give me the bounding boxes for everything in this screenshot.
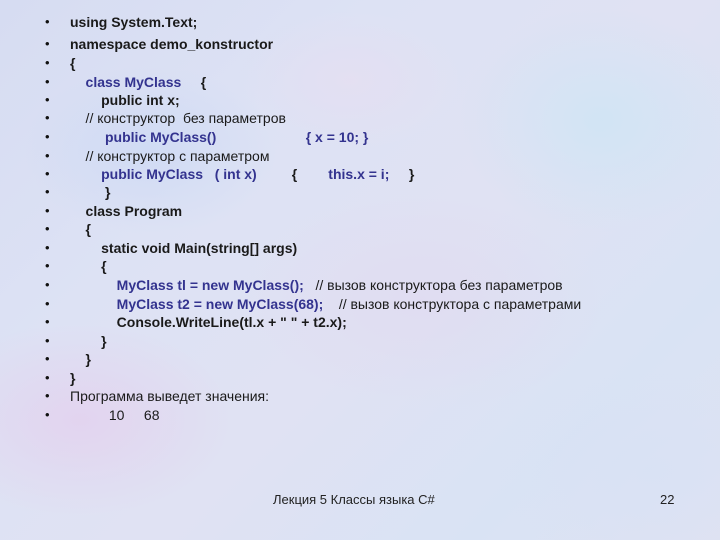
- comment-text: Программа выведет значения:: [70, 388, 270, 404]
- bullet-icon: •: [45, 407, 50, 422]
- code-text: using System.Text;: [70, 13, 197, 31]
- code-text: class Program: [70, 202, 183, 220]
- code-segment: {: [70, 221, 92, 237]
- code-text: static void Main(string[] args): [70, 239, 297, 257]
- code-segment: {: [70, 55, 76, 71]
- bullet-icon: •: [45, 55, 50, 70]
- code-text: public MyClass() { x = 10; }: [70, 128, 368, 146]
- bullet-icon: •: [45, 314, 50, 329]
- bullet-icon: •: [45, 296, 50, 311]
- bullet-icon: •: [45, 240, 50, 255]
- bullet-icon: •: [45, 370, 50, 385]
- code-segment: }: [389, 166, 415, 182]
- code-text: }: [70, 350, 91, 368]
- bullet-icon: •: [45, 110, 50, 125]
- code-text: public MyClass ( int x) { this.x = i; }: [70, 165, 414, 183]
- bullet-icon: •: [45, 129, 50, 144]
- code-segment: public MyClass ( int x): [70, 166, 257, 182]
- bullet-icon: •: [45, 166, 50, 181]
- bullet-icon: •: [45, 74, 50, 89]
- code-text: class MyClass {: [70, 73, 207, 91]
- comment-text: // вызов конструктора с параметрами: [323, 296, 582, 312]
- code-segment: }: [70, 333, 107, 349]
- bullet-icon: •: [45, 184, 50, 199]
- footer-title: Лекция 5 Классы языка C#: [273, 492, 435, 507]
- code-segment: class MyClass: [70, 74, 182, 90]
- bullet-icon: •: [45, 388, 50, 403]
- bullet-icon: •: [45, 36, 50, 51]
- code-segment: { x = 10; }: [216, 129, 369, 145]
- code-segment: public int x;: [70, 92, 180, 108]
- code-text: Console.WriteLine(tl.x + " " + t2.x);: [70, 313, 347, 331]
- bullet-icon: •: [45, 333, 50, 348]
- slide-number: 22: [660, 492, 675, 507]
- bullet-icon: •: [45, 258, 50, 273]
- code-segment: }: [70, 370, 76, 386]
- code-text: MyClass t2 = new MyClass(68); // вызов к…: [70, 295, 582, 313]
- code-segment: class Program: [70, 203, 183, 219]
- bullet-icon: •: [45, 277, 50, 292]
- code-text: {: [70, 257, 107, 275]
- code-segment: {: [70, 258, 107, 274]
- code-segment: public MyClass(): [70, 129, 217, 145]
- comment-text: 10 68: [70, 407, 160, 423]
- code-segment: MyClass t2 = new MyClass(68);: [70, 296, 324, 312]
- bullet-icon: •: [45, 351, 50, 366]
- code-segment: static void Main(string[] args): [70, 240, 298, 256]
- slide: • using System.Text; • namespace demo_konst…: [0, 0, 720, 540]
- code-text: }: [70, 183, 110, 201]
- code-text: 10 68: [70, 406, 160, 424]
- code-segment: Console.WriteLine(tl.x + " " + t2.x);: [70, 314, 347, 330]
- code-text: Программа выведет значения:: [70, 387, 269, 405]
- code-text: {: [70, 220, 91, 238]
- code-text: {: [70, 54, 75, 72]
- bullet-icon: •: [45, 14, 50, 29]
- bullet-icon: •: [45, 148, 50, 163]
- code-text: }: [70, 332, 107, 350]
- code-text: // конструктор с параметром: [70, 147, 270, 165]
- code-segment: namespace demo_konstructor: [70, 36, 274, 52]
- code-text: // конструктор без параметров: [70, 109, 286, 127]
- code-text: MyClass tl = new MyClass(); // вызов кон…: [70, 276, 563, 294]
- comment-text: // конструктор с параметром: [70, 148, 270, 164]
- code-segment: this.x = i;: [297, 166, 390, 182]
- comment-text: // конструктор без параметров: [70, 110, 286, 126]
- code-segment: }: [70, 184, 111, 200]
- bullet-icon: •: [45, 203, 50, 218]
- code-text: namespace demo_konstructor: [70, 35, 273, 53]
- code-segment: }: [70, 351, 92, 367]
- code-segment: {: [256, 166, 298, 182]
- comment-text: // вызов конструктора без параметров: [303, 277, 563, 293]
- code-segment: using System.Text;: [70, 14, 198, 30]
- bullet-icon: •: [45, 92, 50, 107]
- code-segment: MyClass tl = new MyClass();: [70, 277, 304, 293]
- code-text: public int x;: [70, 91, 180, 109]
- code-segment: {: [181, 74, 207, 90]
- code-text: }: [70, 369, 75, 387]
- bullet-icon: •: [45, 221, 50, 236]
